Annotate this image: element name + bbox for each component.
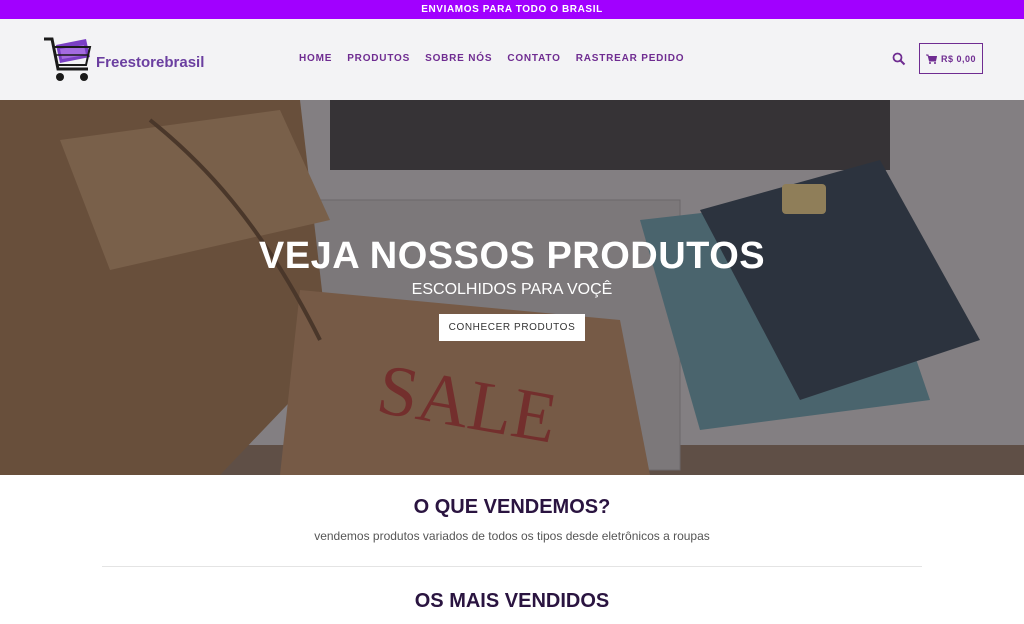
logo-text: Freestorebrasil <box>96 53 205 71</box>
nav-produtos[interactable]: PRODUTOS <box>347 53 410 64</box>
conhecer-produtos-button[interactable]: CONHECER PRODUTOS <box>439 314 585 341</box>
announcement-text: ENVIAMOS PARA TODO O BRASIL <box>421 4 603 15</box>
best-sellers-section: OS MAIS VENDIDOS <box>0 590 1024 613</box>
cart-total: R$ 0,00 <box>940 53 977 64</box>
hero-title: VEJA NOSSOS PRODUTOS <box>258 235 766 277</box>
what-we-sell-section: O QUE VENDEMOS? vendemos produtos variad… <box>0 496 1024 543</box>
what-we-sell-text: vendemos produtos variados de todos os t… <box>314 529 710 543</box>
best-sellers-title: OS MAIS VENDIDOS <box>414 590 610 612</box>
search-button[interactable] <box>892 52 906 66</box>
section-divider <box>102 566 922 567</box>
cart-icon <box>925 54 937 64</box>
nav-home[interactable]: HOME <box>299 53 332 64</box>
shopping-cart-logo-icon <box>44 37 92 81</box>
main-nav: HOME PRODUTOS SOBRE NÓS CONTATO RASTREAR… <box>299 53 684 64</box>
conhecer-produtos-label: CONHECER PRODUTOS <box>448 322 576 333</box>
nav-rastrear-pedido[interactable]: RASTREAR PEDIDO <box>576 53 685 64</box>
nav-contato[interactable]: CONTATO <box>507 53 560 64</box>
logo[interactable]: Freestorebrasil <box>42 35 204 85</box>
nav-sobre-nos[interactable]: SOBRE NÓS <box>425 53 492 64</box>
site-header: Freestorebrasil HOME PRODUTOS SOBRE NÓS … <box>0 19 1024 100</box>
announcement-bar: ENVIAMOS PARA TODO O BRASIL <box>0 0 1024 19</box>
what-we-sell-title: O QUE VENDEMOS? <box>413 496 611 518</box>
search-icon <box>892 52 906 66</box>
hero-banner: SALE VEJA NOSSOS PRODUTOS ESCOLHIDOS PAR… <box>0 100 1024 475</box>
cart-button[interactable]: R$ 0,00 <box>919 43 983 74</box>
hero-subtitle: ESCOLHIDOS PARA VOÇÊ <box>411 281 613 298</box>
